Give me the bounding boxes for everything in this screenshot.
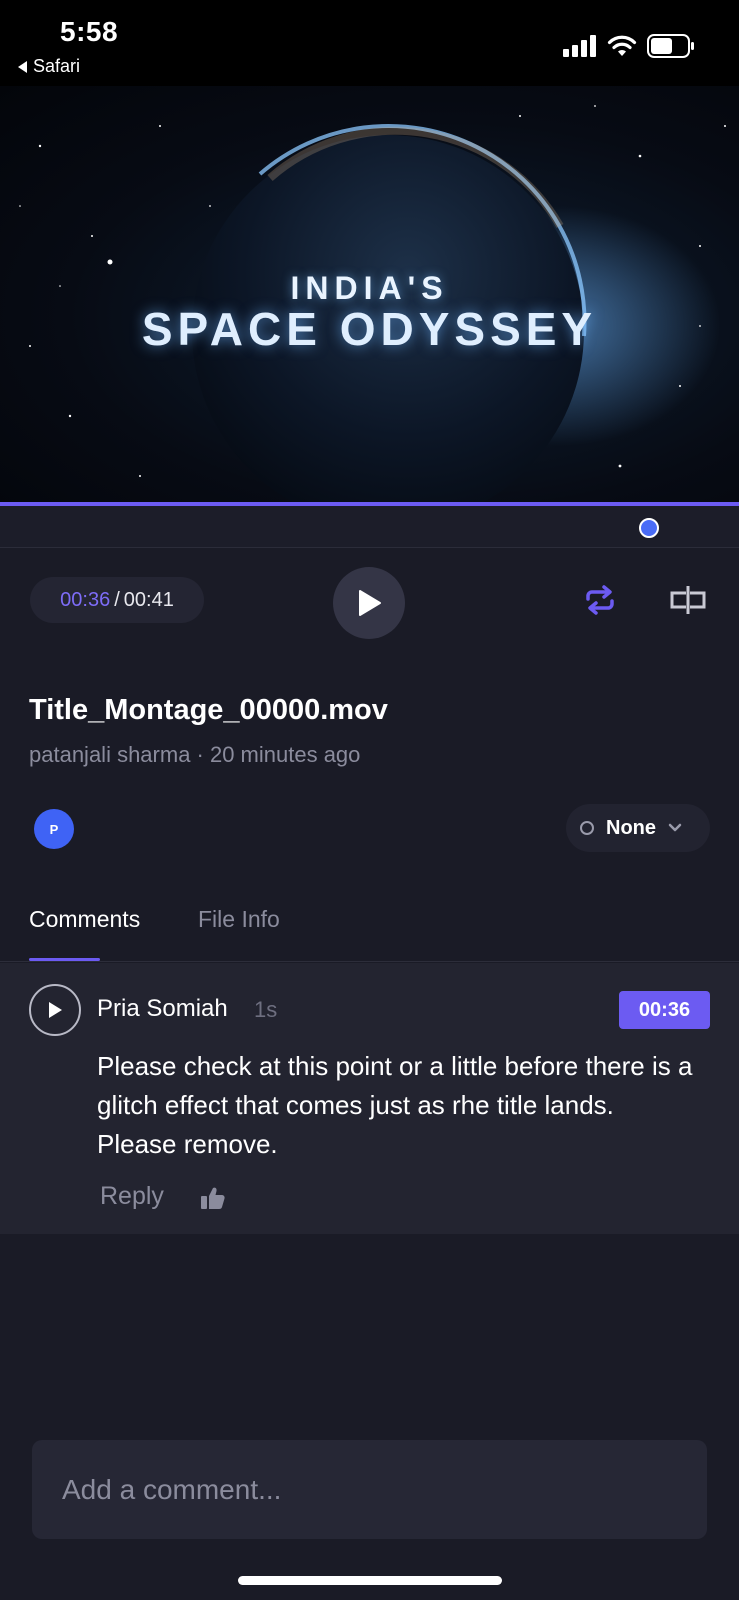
current-time: 00:36 <box>60 588 111 611</box>
status-label: None <box>606 816 656 839</box>
play-icon <box>49 1002 62 1018</box>
status-dropdown[interactable]: None <box>566 804 710 852</box>
total-time: 00:41 <box>123 588 174 611</box>
time-display: 00:36 / 00:41 <box>30 577 204 623</box>
back-to-safari[interactable]: Safari <box>18 56 80 77</box>
file-name: Title_Montage_00000.mov <box>29 694 388 726</box>
status-bar: 5:58 Safari <box>0 0 739 86</box>
status-circle-icon <box>580 821 594 835</box>
back-label: Safari <box>33 56 81 76</box>
comment-age: 1s <box>254 997 278 1022</box>
status-time: 5:58 <box>60 16 119 47</box>
play-icon <box>359 590 381 616</box>
time-separator: / <box>114 588 120 611</box>
file-meta: patanjali sharma · 20 minutes ago <box>29 742 361 767</box>
comment-item: Pria Somiah 1s 00:36 Please check at thi… <box>0 963 739 1234</box>
video-title-big: SPACE ODYSSEY <box>141 303 598 355</box>
compare-icon <box>670 586 706 614</box>
player-controls: 00:36 / 00:41 <box>0 549 739 653</box>
status-icons <box>563 34 695 58</box>
comment-body: Please check at this point or a little b… <box>97 1051 693 1159</box>
wifi-icon <box>607 35 637 56</box>
compare-button[interactable] <box>668 582 708 618</box>
video-player[interactable]: INDIA'S SPACE ODYSSEY <box>0 86 739 504</box>
reply-button[interactable]: Reply <box>100 1182 164 1211</box>
home-indicator[interactable] <box>238 1576 502 1585</box>
chevron-down-icon <box>668 823 682 832</box>
active-tab-indicator <box>29 958 100 961</box>
loop-icon <box>586 585 614 615</box>
tab-file-info[interactable]: File Info <box>198 906 280 933</box>
back-triangle-icon <box>18 60 27 73</box>
comment-timestamp-badge[interactable]: 00:36 <box>619 991 710 1029</box>
tab-bar: Comments File Info <box>0 890 739 962</box>
comment-marker[interactable] <box>638 518 659 538</box>
signal-icon <box>563 35 596 57</box>
loop-button[interactable] <box>580 582 620 618</box>
comment-input[interactable] <box>32 1440 707 1539</box>
tab-comments[interactable]: Comments <box>29 906 140 933</box>
battery-icon <box>647 34 694 58</box>
comment-composer[interactable] <box>32 1440 707 1539</box>
comment-author: Pria Somiah <box>97 995 228 1022</box>
thumbs-up-icon[interactable] <box>200 1185 226 1211</box>
avatar[interactable]: P <box>34 809 74 849</box>
comment-marker-track[interactable] <box>0 506 739 548</box>
play-button[interactable] <box>333 567 405 639</box>
comment-play-button[interactable] <box>29 984 81 1036</box>
